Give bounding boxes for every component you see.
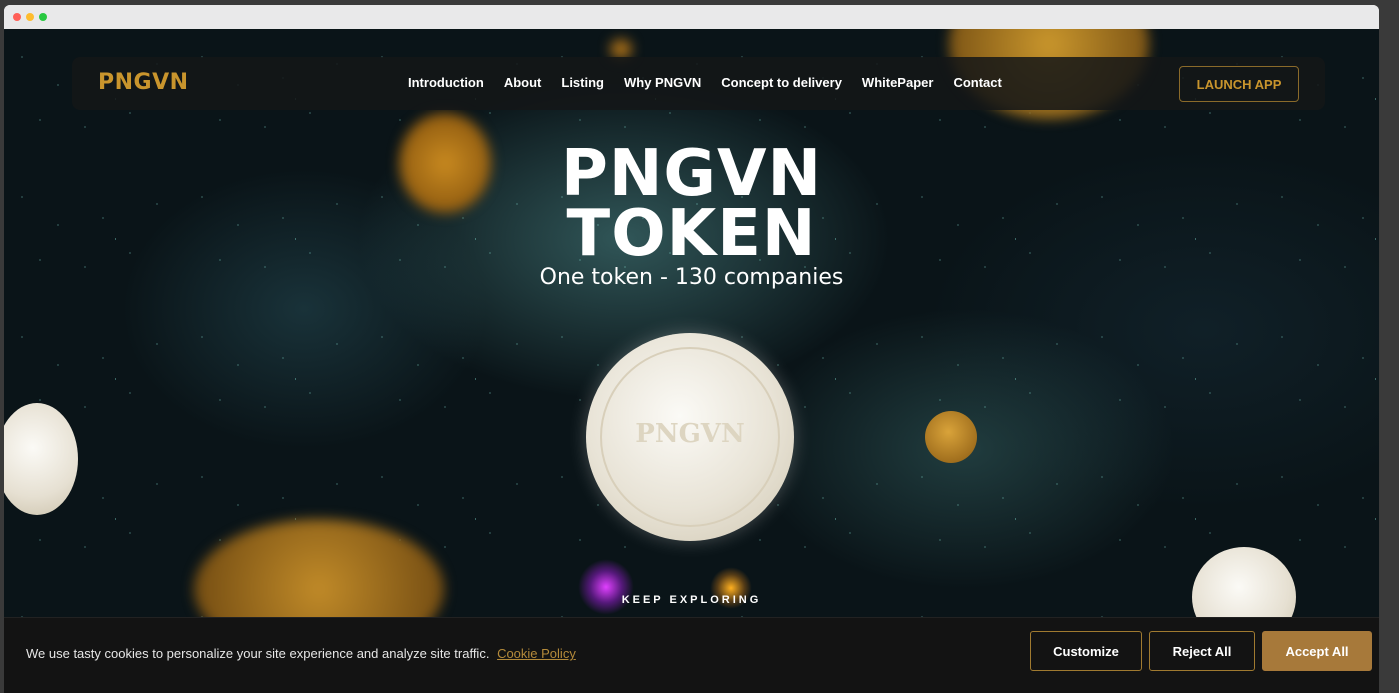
hero-subtitle: One token - 130 companies xyxy=(539,265,844,290)
blurred-coin-icon xyxy=(610,39,632,59)
accept-all-button[interactable]: Accept All xyxy=(1262,631,1372,671)
window-chrome xyxy=(4,5,1379,29)
coin-engraving: PNGVN xyxy=(635,419,745,449)
cookie-banner: We use tasty cookies to personalize your… xyxy=(4,617,1379,693)
maximize-dot-icon[interactable] xyxy=(39,13,47,21)
keep-exploring-link[interactable]: KEEP EXPLORING xyxy=(4,594,1379,606)
nav-menu: Introduction About Listing Why PNGVN Con… xyxy=(408,75,1002,90)
hero-title-line2: TOKEN xyxy=(566,197,817,271)
nav-link-whitepaper[interactable]: WhitePaper xyxy=(862,75,934,90)
hero-title-line1: PNGVN xyxy=(560,137,823,211)
purple-glow xyxy=(578,559,634,615)
nav-link-about[interactable]: About xyxy=(504,75,542,90)
cookie-text: We use tasty cookies to personalize your… xyxy=(26,646,490,661)
nav-link-introduction[interactable]: Introduction xyxy=(408,75,484,90)
nav-link-why-pngvn[interactable]: Why PNGVN xyxy=(624,75,701,90)
close-dot-icon[interactable] xyxy=(13,13,21,21)
page-viewport: PNGVN Introduction About Listing Why PNG… xyxy=(4,29,1379,693)
browser-window: PNGVN Introduction About Listing Why PNG… xyxy=(4,5,1379,693)
top-navbar: PNGVN Introduction About Listing Why PNG… xyxy=(72,57,1325,110)
nav-link-contact[interactable]: Contact xyxy=(953,75,1001,90)
gold-coin-icon xyxy=(925,411,977,463)
launch-app-button[interactable]: LAUNCH APP xyxy=(1179,66,1299,102)
token-coin-icon: PNGVN xyxy=(586,333,794,541)
nav-link-listing[interactable]: Listing xyxy=(561,75,604,90)
cookie-policy-link[interactable]: Cookie Policy xyxy=(497,646,576,661)
reject-all-button[interactable]: Reject All xyxy=(1149,631,1255,671)
site-logo[interactable]: PNGVN xyxy=(98,70,189,95)
nav-link-concept-to-delivery[interactable]: Concept to delivery xyxy=(721,75,842,90)
minimize-dot-icon[interactable] xyxy=(26,13,34,21)
customize-button[interactable]: Customize xyxy=(1030,631,1142,671)
cookie-message: We use tasty cookies to personalize your… xyxy=(26,646,576,661)
